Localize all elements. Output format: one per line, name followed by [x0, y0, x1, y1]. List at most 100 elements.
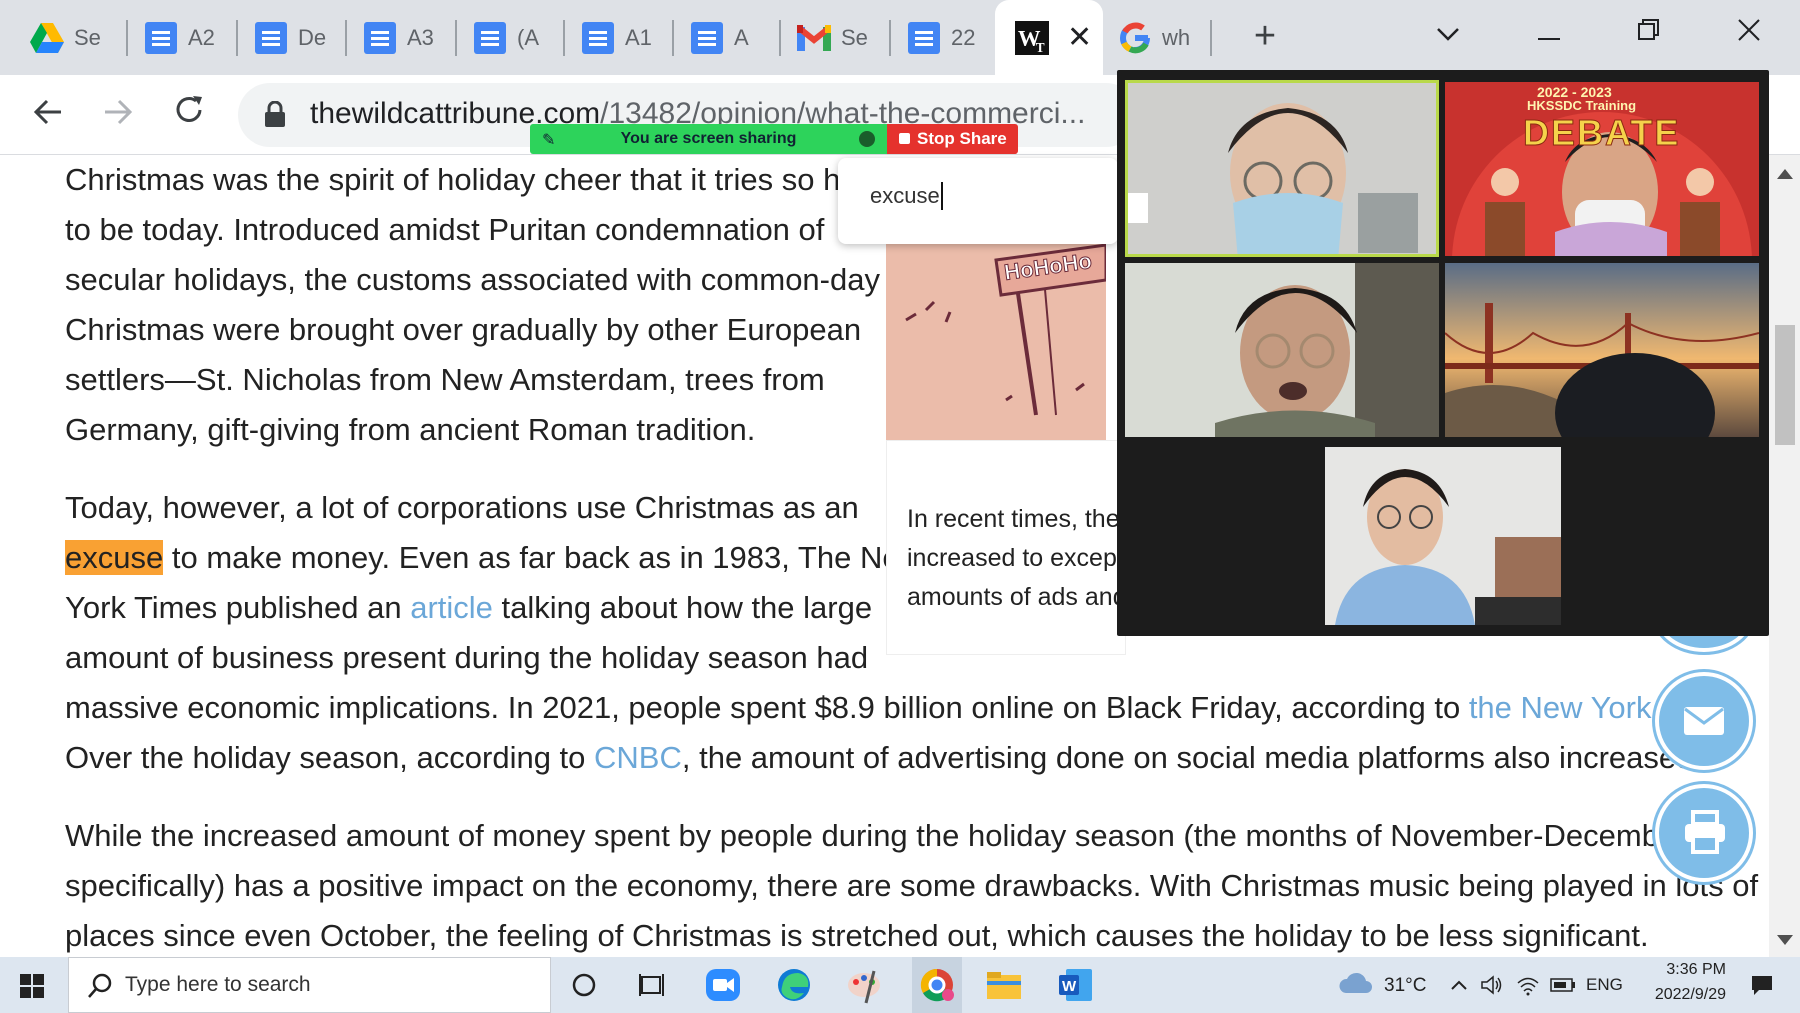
text-span: to make money. Even as far back as in 19…	[163, 540, 922, 575]
tab-docs-de[interactable]: De	[244, 14, 326, 62]
caption-line: increased to except	[907, 544, 1117, 572]
volume-icon[interactable]	[1480, 974, 1504, 996]
text-line: Christmas were brought over gradually by…	[65, 312, 862, 347]
paint-app-icon[interactable]	[844, 965, 884, 1005]
chevron-up-icon[interactable]	[1450, 979, 1468, 991]
tab-strip: Se A2 De A3 (A A1 A Se 22 W T ✕ wh +	[0, 0, 1800, 75]
minimize-button[interactable]	[1521, 10, 1577, 54]
tab-docs-a2[interactable]: A2	[134, 14, 216, 62]
printer-icon	[1685, 810, 1725, 854]
email-share-button[interactable]	[1655, 672, 1753, 770]
battery-icon[interactable]	[1550, 977, 1576, 993]
tab-separator	[236, 20, 238, 56]
stop-share-button[interactable]: Stop Share	[887, 124, 1018, 154]
video-tile-participant-3[interactable]	[1125, 263, 1439, 437]
google-docs-icon	[690, 21, 724, 55]
tab-title: A2	[188, 25, 215, 50]
text-line: Christmas was the spirit of holiday chee…	[65, 162, 868, 197]
tab-title: 22	[951, 25, 976, 50]
tab-separator	[126, 20, 128, 56]
notification-icon[interactable]	[1750, 973, 1774, 997]
taskbar-search-box[interactable]: Type here to search	[68, 957, 551, 1013]
close-tab-icon[interactable]: ✕	[1067, 22, 1092, 53]
tab-search-chevron-icon[interactable]	[1420, 10, 1476, 54]
zoom-video-panel[interactable]: 2022 - 2023 HKSSDC Training DEBATE	[1117, 70, 1769, 636]
page-scrollbar[interactable]	[1769, 155, 1800, 957]
word-app-icon[interactable]: W	[1056, 965, 1096, 1005]
figure-caption: In recent times, the increased to except…	[907, 500, 1117, 617]
wifi-icon[interactable]	[1516, 974, 1540, 996]
restore-button[interactable]	[1621, 10, 1677, 54]
text-line: Germany, gift-giving from ancient Roman …	[65, 412, 756, 447]
text-line: secular holidays, the customs associated…	[65, 262, 880, 297]
forward-arrow-icon	[105, 99, 133, 125]
tab-separator	[889, 20, 891, 56]
text-line: massive economic implications. In 2021, …	[65, 683, 1731, 733]
system-tray: 31°C ENG 3:36 PM 2022/9/29	[1338, 957, 1800, 1013]
google-docs-icon	[254, 21, 288, 55]
tab-docs-a1[interactable]: A1	[571, 14, 653, 62]
video-tile-participant-2[interactable]: 2022 - 2023 HKSSDC Training DEBATE	[1445, 82, 1759, 256]
screen-share-status[interactable]: ✎ You are screen sharing	[530, 124, 887, 154]
tab-docs-22[interactable]: 22	[897, 14, 979, 62]
tab-separator	[1210, 20, 1212, 56]
svg-text:T: T	[1036, 40, 1045, 55]
tab-google-search[interactable]: wh	[1108, 14, 1190, 62]
print-button[interactable]	[1655, 784, 1753, 882]
reload-button[interactable]	[165, 91, 213, 139]
tab-docs-a3[interactable]: A3	[353, 14, 435, 62]
find-bar: excuse	[838, 158, 1118, 244]
back-button[interactable]	[24, 91, 72, 139]
google-docs-icon	[581, 21, 615, 55]
new-tab-button[interactable]: +	[1243, 14, 1287, 58]
google-docs-icon	[907, 21, 941, 55]
tab-docs-a-2[interactable]: A	[680, 14, 762, 62]
scroll-thumb[interactable]	[1775, 325, 1795, 445]
text-span: , the amount of advertising done on soci…	[681, 740, 1702, 775]
scroll-up-arrow-icon[interactable]	[1777, 169, 1793, 179]
weather-cloud-icon[interactable]	[1338, 971, 1372, 995]
svg-text:W: W	[1062, 978, 1077, 995]
text-span: massive economic implications. In 2021, …	[65, 690, 1469, 725]
video-tile-participant-5[interactable]	[1325, 447, 1561, 625]
wildcat-tribune-icon: WT	[1015, 20, 1049, 55]
tab-gmail[interactable]: Se	[787, 14, 869, 62]
tab-google-drive[interactable]: Se	[20, 14, 102, 62]
chrome-app-icon[interactable]	[912, 957, 962, 1013]
text-span: Over the holiday season, according to	[65, 740, 595, 775]
start-button[interactable]	[0, 957, 66, 1013]
caption-line: In recent times, the	[907, 505, 1117, 533]
file-explorer-icon[interactable]	[984, 965, 1024, 1005]
drag-handle-icon[interactable]: ✎	[542, 126, 555, 156]
tab-docs-a[interactable]: (A	[463, 14, 545, 62]
cnbc-link[interactable]: CNBC	[594, 740, 682, 775]
video-tile-participant-1[interactable]	[1125, 80, 1439, 257]
zoom-app-icon[interactable]	[704, 965, 744, 1005]
tab-title: A1	[625, 25, 652, 50]
tab-title: A3	[407, 25, 434, 50]
tab-title: wh	[1162, 25, 1190, 50]
edge-browser-icon[interactable]	[774, 965, 814, 1005]
screen-share-status-text: You are screen sharing	[620, 130, 797, 147]
clock-date[interactable]: 2022/9/29	[1636, 986, 1726, 1004]
close-window-button[interactable]	[1721, 10, 1777, 54]
video-tile-participant-4[interactable]	[1445, 263, 1759, 437]
google-docs-icon	[473, 21, 507, 55]
scroll-down-arrow-icon[interactable]	[1777, 935, 1793, 945]
language-indicator[interactable]: ENG	[1586, 975, 1623, 995]
screen-share-banner[interactable]: ✎ You are screen sharing Stop Share	[530, 124, 1018, 154]
weather-temperature[interactable]: 31°C	[1384, 975, 1426, 997]
tab-separator	[455, 20, 457, 56]
text-span: talking about how the large	[492, 590, 873, 625]
task-view-icon[interactable]	[632, 965, 672, 1005]
article-link[interactable]: article	[410, 590, 493, 625]
text-span: York Times published an	[65, 590, 411, 625]
tab-title: A	[734, 25, 749, 50]
tab-wildcat-tribune-active[interactable]: WT ✕	[995, 0, 1103, 75]
google-drive-icon	[30, 21, 64, 55]
forward-button[interactable]	[94, 91, 142, 139]
tab-title: Se	[74, 25, 101, 50]
find-input[interactable]: excuse	[870, 182, 943, 210]
cortana-icon[interactable]	[564, 965, 604, 1005]
clock-time[interactable]: 3:36 PM	[1642, 961, 1726, 979]
